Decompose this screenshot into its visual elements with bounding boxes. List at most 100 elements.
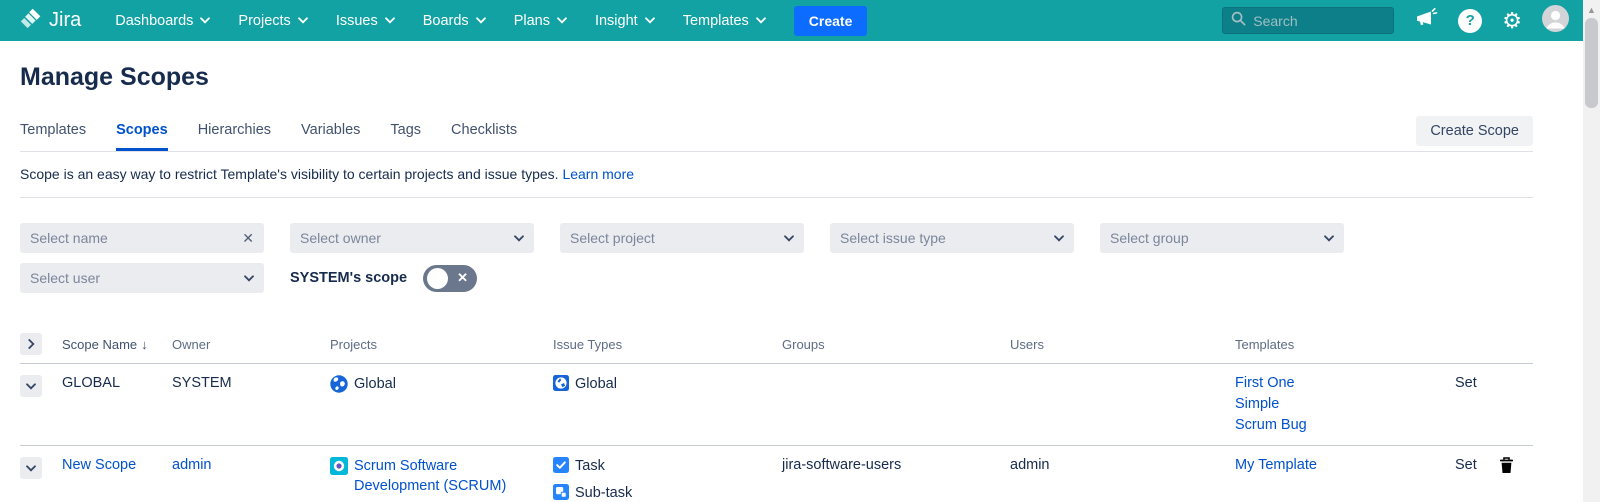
column-header-scope-name[interactable]: Scope Name ↓ <box>62 337 172 352</box>
template-link[interactable]: Scrum Bug <box>1235 417 1443 433</box>
gear-icon[interactable]: ⚙ <box>1502 9 1522 32</box>
nav-right-cluster: ? ⚙ <box>1222 4 1569 37</box>
issue-type-filter[interactable]: Select issue type <box>830 223 1074 253</box>
owner-link[interactable]: admin <box>172 457 212 473</box>
set-action[interactable]: Set <box>1455 375 1499 391</box>
set-action[interactable]: Set <box>1455 457 1499 473</box>
issue-type-item: Sub-task <box>553 484 770 502</box>
nav-item-boards[interactable]: Boards <box>423 13 486 29</box>
megaphone-icon[interactable] <box>1414 7 1438 34</box>
tab-tags[interactable]: Tags <box>390 122 421 151</box>
expand-row-button[interactable] <box>20 457 42 479</box>
tab-hierarchies[interactable]: Hierarchies <box>198 122 271 151</box>
subtask-icon <box>553 484 569 502</box>
name-filter[interactable]: ✕ <box>20 223 264 253</box>
table-row: New Scope admin Scrum Software Developme… <box>20 446 1533 502</box>
template-link[interactable]: My Template <box>1235 457 1443 473</box>
page-title: Manage Scopes <box>20 63 209 91</box>
expand-all-button[interactable] <box>20 333 42 355</box>
system-scope-toggle-group: SYSTEM's scope ✕ <box>290 263 478 293</box>
chevron-down-icon <box>644 17 655 24</box>
project-filter[interactable]: Select project <box>560 223 804 253</box>
chevron-down-icon <box>755 17 766 24</box>
chevron-down-icon <box>557 17 567 24</box>
globe-round-icon <box>330 375 348 397</box>
scrollbar-up-icon[interactable]: ▲ <box>1583 0 1600 15</box>
system-scope-toggle[interactable]: ✕ <box>423 264 478 292</box>
scrum-project-icon <box>330 457 348 479</box>
nav-menu: Dashboards Projects Issues Boards Plans … <box>115 13 766 29</box>
chevron-down-icon <box>514 234 524 242</box>
tabs-row: Templates Scopes Hierarchies Variables T… <box>20 116 1533 152</box>
scopes-table: Scope Name ↓ Owner Projects Issue Types … <box>20 333 1533 502</box>
owner-cell: SYSTEM <box>172 375 232 391</box>
global-search[interactable] <box>1222 7 1395 34</box>
main-content: Manage Scopes Templates Scopes Hierarchi… <box>0 41 1583 502</box>
owner-filter[interactable]: Select owner <box>290 223 534 253</box>
tab-variables[interactable]: Variables <box>301 122 360 151</box>
jira-logo-text: Jira <box>49 9 82 31</box>
create-scope-button[interactable]: Create Scope <box>1416 116 1533 146</box>
project-link[interactable]: Scrum Software Development (SCRUM) <box>354 457 541 496</box>
delete-scope-button[interactable] <box>1499 457 1514 477</box>
templates-cell: First One Simple Scrum Bug <box>1235 375 1443 433</box>
nav-item-templates[interactable]: Templates <box>683 13 766 29</box>
table-row: GLOBAL SYSTEM Global Global First One Si… <box>20 364 1533 446</box>
nav-item-dashboards[interactable]: Dashboards <box>115 13 211 29</box>
column-header-issue-types[interactable]: Issue Types <box>553 337 782 352</box>
nav-item-projects[interactable]: Projects <box>238 13 308 29</box>
chevron-down-icon <box>475 17 486 24</box>
filters-row-2: Select user SYSTEM's scope ✕ <box>20 263 1533 293</box>
toggle-off-icon: ✕ <box>457 270 469 285</box>
sort-desc-icon: ↓ <box>141 336 148 352</box>
chevron-down-icon <box>200 17 211 24</box>
learn-more-link[interactable]: Learn more <box>562 166 634 182</box>
toggle-knob <box>427 267 449 289</box>
chevron-down-icon <box>297 17 308 24</box>
chevron-down-icon <box>1054 234 1064 242</box>
project-item: Scrum Software Development (SCRUM) <box>330 457 541 496</box>
table-header: Scope Name ↓ Owner Projects Issue Types … <box>20 333 1533 364</box>
name-filter-input[interactable] <box>30 230 220 246</box>
jira-logo[interactable]: Jira <box>20 7 81 34</box>
clear-icon[interactable]: ✕ <box>242 230 254 247</box>
search-icon <box>1231 11 1246 31</box>
scope-name-cell: GLOBAL <box>62 375 121 391</box>
scope-description: Scope is an easy way to restrict Templat… <box>20 152 1533 198</box>
issue-type-item: Task <box>553 457 770 477</box>
user-filter[interactable]: Select user <box>20 263 264 293</box>
chevron-down-icon <box>1324 234 1334 242</box>
globe-square-icon <box>553 375 569 395</box>
column-header-users[interactable]: Users <box>1010 337 1235 352</box>
template-link[interactable]: Simple <box>1235 396 1443 412</box>
chevron-down-icon <box>384 17 395 24</box>
vertical-scrollbar[interactable]: ▲ <box>1583 0 1600 502</box>
filters-row-1: ✕ Select owner Select project Select iss… <box>20 223 1533 253</box>
task-icon <box>553 457 569 477</box>
column-header-projects[interactable]: Projects <box>330 337 553 352</box>
tabs: Templates Scopes Hierarchies Variables T… <box>20 122 517 151</box>
tab-checklists[interactable]: Checklists <box>451 122 517 151</box>
tab-scopes[interactable]: Scopes <box>116 122 168 151</box>
expand-row-button[interactable] <box>20 375 42 397</box>
group-filter[interactable]: Select group <box>1100 223 1344 253</box>
avatar[interactable] <box>1542 4 1569 37</box>
help-icon[interactable]: ? <box>1458 8 1483 33</box>
nav-item-plans[interactable]: Plans <box>514 13 567 29</box>
users-cell: admin <box>1010 457 1050 473</box>
nav-item-issues[interactable]: Issues <box>336 13 395 29</box>
column-header-owner[interactable]: Owner <box>172 337 330 352</box>
tab-templates[interactable]: Templates <box>20 122 86 151</box>
template-link[interactable]: First One <box>1235 375 1443 391</box>
chevron-down-icon <box>784 234 794 242</box>
column-header-templates[interactable]: Templates <box>1235 337 1455 352</box>
chevron-down-icon <box>244 274 254 282</box>
trash-icon <box>1499 457 1514 477</box>
scope-name-link[interactable]: New Scope <box>62 457 136 473</box>
project-item: Global <box>330 375 541 397</box>
scrollbar-thumb[interactable] <box>1585 18 1598 108</box>
column-header-groups[interactable]: Groups <box>782 337 1010 352</box>
create-button[interactable]: Create <box>793 5 868 36</box>
nav-item-insight[interactable]: Insight <box>595 13 655 29</box>
search-input[interactable] <box>1253 12 1374 29</box>
